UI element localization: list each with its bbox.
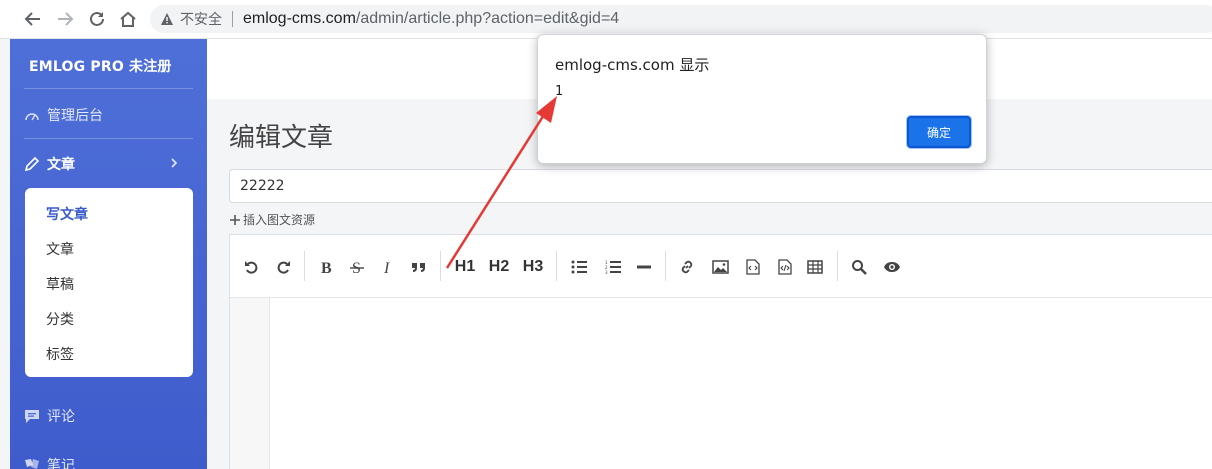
article-title-input[interactable]: 22222 [229, 169, 1212, 203]
comment-icon [24, 408, 44, 424]
divider [24, 138, 193, 139]
svg-text:B: B [321, 260, 332, 275]
dashboard-icon [24, 107, 44, 123]
toolbar-divider [304, 251, 305, 281]
table-icon[interactable] [805, 257, 825, 277]
sidebar-item-comments-label: 评论 [47, 409, 75, 425]
strikethrough-icon[interactable]: S [347, 257, 367, 277]
toolbar-divider [665, 251, 666, 281]
pencil-icon [24, 156, 44, 172]
heading1-button[interactable]: H1 [452, 257, 478, 277]
horizontal-rule-icon[interactable] [634, 257, 654, 277]
sidebar-item-comments[interactable]: 评论 [24, 406, 75, 426]
home-icon[interactable] [117, 8, 139, 30]
heading2-button[interactable]: H2 [486, 257, 512, 277]
dialog-title: emlog-cms.com 显示 [555, 56, 710, 74]
quote-icon[interactable] [409, 257, 429, 277]
back-icon[interactable] [22, 8, 44, 30]
insert-resource-label: 插入图文资源 [243, 213, 316, 227]
unordered-list-icon[interactable] [569, 257, 589, 277]
submenu-item-drafts[interactable]: 草稿 [46, 274, 74, 294]
toolbar-divider [440, 251, 441, 281]
toolbar-divider [556, 251, 557, 281]
ok-button[interactable]: 确定 [907, 116, 971, 148]
url-text: emlog-cms.com/admin/article.php?action=e… [243, 10, 619, 28]
link-icon[interactable] [677, 257, 697, 277]
ordered-list-icon[interactable]: 123 [603, 257, 623, 277]
toolbar-divider [837, 251, 838, 281]
submenu-item-write[interactable]: 写文章 [46, 204, 88, 224]
chevron-right-icon [170, 156, 178, 172]
security-label: 不安全 [180, 12, 222, 28]
reload-icon[interactable] [86, 8, 108, 30]
notes-icon [24, 457, 44, 469]
image-icon[interactable] [710, 257, 730, 277]
sidebar: EMLOG PRO 未注册 管理后台 文章 写文章 文章 草稿 分类 标签 评论 [10, 39, 207, 469]
insert-resource-link[interactable]: 插入图文资源 [230, 211, 315, 228]
svg-text:3: 3 [605, 270, 608, 274]
alert-dialog: emlog-cms.com 显示 1 确定 [537, 34, 987, 164]
page-title: 编辑文章 [229, 123, 334, 153]
bold-icon[interactable]: B [316, 257, 336, 277]
forward-icon[interactable] [54, 8, 76, 30]
sidebar-item-dashboard-label: 管理后台 [47, 108, 103, 124]
brand-title: EMLOG PRO 未注册 [29, 59, 172, 75]
submenu-item-articles[interactable]: 文章 [46, 239, 74, 259]
sidebar-item-dashboard[interactable]: 管理后台 [24, 105, 103, 125]
divider [24, 88, 193, 89]
url-path: /admin/article.php?action=edit&gid=4 [355, 10, 620, 27]
svg-text:I: I [383, 260, 390, 275]
editor-toolbar: B S I H1 H2 H3 123 [230, 235, 1212, 298]
heading3-button[interactable]: H3 [520, 257, 546, 277]
url-separator [232, 11, 233, 27]
warning-icon[interactable] [160, 12, 174, 26]
address-bar[interactable]: 不安全 emlog-cms.com/admin/article.php?acti… [150, 5, 1212, 33]
code-file-icon[interactable] [743, 257, 763, 277]
undo-icon[interactable] [242, 257, 262, 277]
sidebar-item-articles[interactable]: 文章 [24, 154, 193, 174]
sidebar-item-articles-label: 文章 [47, 157, 75, 173]
italic-icon[interactable]: I [378, 257, 398, 277]
sidebar-item-notes-label: 笔记 [47, 458, 75, 469]
search-icon[interactable] [849, 257, 869, 277]
markdown-editor: B S I H1 H2 H3 123 [229, 234, 1212, 469]
url-host: emlog-cms.com [243, 10, 356, 27]
preview-eye-icon[interactable] [882, 257, 902, 277]
dialog-message: 1 [555, 84, 564, 99]
submenu-item-tags[interactable]: 标签 [46, 344, 74, 364]
plus-icon [230, 214, 240, 225]
articles-submenu: 写文章 文章 草稿 分类 标签 [25, 188, 193, 377]
submenu-item-categories[interactable]: 分类 [46, 309, 74, 329]
redo-icon[interactable] [273, 257, 293, 277]
sidebar-item-notes[interactable]: 笔记 [24, 455, 75, 469]
code-block-icon[interactable] [775, 257, 795, 277]
line-number-gutter [230, 298, 270, 469]
